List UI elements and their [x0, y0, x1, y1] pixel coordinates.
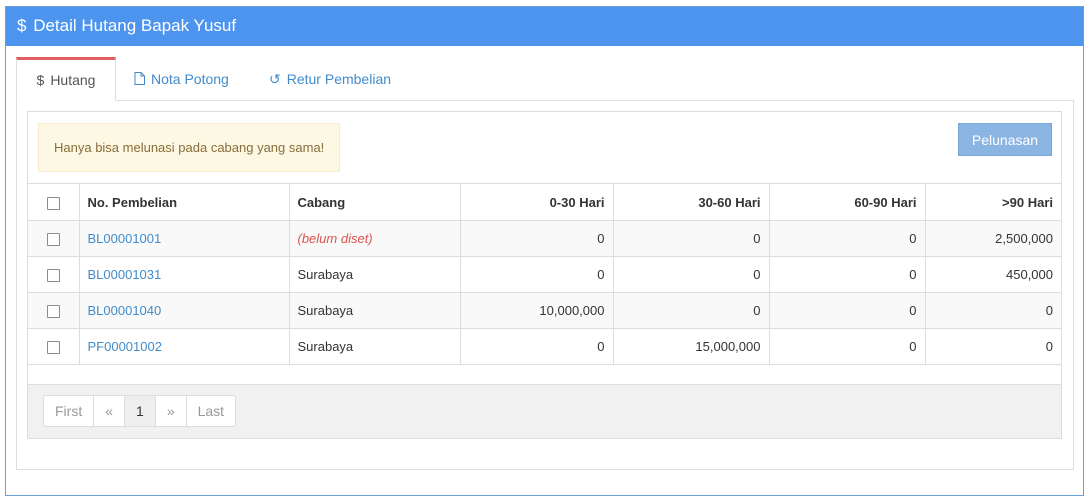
debt-detail-panel: $ Detail Hutang Bapak Yusuf $ Hutang Nota…	[5, 6, 1084, 496]
table-header-row: No. Pembelian Cabang 0-30 Hari 30-60 Har…	[28, 183, 1061, 221]
panel-heading: $ Detail Hutang Bapak Yusuf	[6, 7, 1083, 46]
dollar-icon: $	[36, 72, 45, 88]
page-next-button[interactable]: »	[154, 395, 187, 427]
cabang-unset: (belum diset)	[297, 231, 373, 246]
tab-label: Hutang	[50, 72, 96, 88]
warning-alert: Hanya bisa melunasi pada cabang yang sam…	[38, 123, 340, 172]
table-row: PF00001002 Surabaya 0 15,000,000 0 0	[28, 328, 1061, 365]
no-pembelian-cell: BL00001001	[78, 220, 290, 257]
tab-nota-potong[interactable]: Nota Potong	[134, 57, 229, 101]
cabang-cell: Surabaya	[288, 292, 461, 329]
header-cabang[interactable]: Cabang	[288, 183, 461, 221]
debt-box: Hanya bisa melunasi pada cabang yang sam…	[27, 111, 1062, 439]
d0-30-cell: 0	[459, 220, 614, 257]
row-checkbox[interactable]	[46, 269, 60, 283]
header-no-pembelian[interactable]: No. Pembelian	[78, 183, 290, 221]
d90-plus-cell: 450,000	[924, 256, 1061, 293]
d0-30-cell: 0	[459, 328, 614, 365]
document-icon	[134, 57, 145, 101]
row-checkbox[interactable]	[46, 305, 60, 319]
table-row: BL00001031 Surabaya 0 0 0 450,000	[28, 256, 1061, 293]
d0-30-cell: 0	[459, 256, 614, 293]
table-row: BL00001040 Surabaya 10,000,000 0 0 0	[28, 292, 1061, 329]
cabang-cell: Surabaya	[288, 256, 461, 293]
d30-60-cell: 15,000,000	[612, 328, 770, 365]
d90-plus-cell: 0	[924, 292, 1061, 329]
row-checkbox[interactable]	[46, 341, 60, 355]
panel-title: Detail Hutang Bapak Yusuf	[33, 16, 237, 35]
tab-bar: $ Hutang Nota Potong ↺ Retur Pembelian	[16, 57, 1074, 101]
table-row: BL00001001 (belum diset) 0 0 0 2,500,000	[28, 220, 1061, 257]
no-pembelian-link[interactable]: BL00001040	[88, 303, 162, 318]
d60-90-cell: 0	[768, 292, 926, 329]
d60-90-cell: 0	[768, 328, 926, 365]
page-current-button[interactable]: 1	[124, 395, 156, 427]
select-all-header	[28, 183, 80, 221]
row-checkbox[interactable]	[46, 233, 60, 247]
pagination: First « 1 » Last	[43, 395, 237, 427]
tab-label: Retur Pembelian	[286, 71, 392, 87]
tab-label: Nota Potong	[151, 71, 229, 87]
no-pembelian-link[interactable]: PF00001002	[88, 339, 162, 354]
d90-plus-cell: 2,500,000	[924, 220, 1061, 257]
d30-60-cell: 0	[612, 292, 770, 329]
row-select-cell	[28, 292, 80, 329]
no-pembelian-cell: BL00001031	[78, 256, 290, 293]
debt-table: No. Pembelian Cabang 0-30 Hari 30-60 Har…	[28, 183, 1061, 365]
table-footer: First « 1 » Last	[28, 384, 1061, 438]
d60-90-cell: 0	[768, 256, 926, 293]
tab-content-hutang: Hanya bisa melunasi pada cabang yang sam…	[16, 101, 1074, 470]
header-90-plus-hari[interactable]: >90 Hari	[924, 183, 1061, 221]
page-first-button[interactable]: First	[43, 395, 95, 427]
header-30-60-hari[interactable]: 30-60 Hari	[612, 183, 770, 221]
d30-60-cell: 0	[612, 256, 770, 293]
page-prev-button[interactable]: «	[93, 395, 126, 427]
no-pembelian-link[interactable]: BL00001031	[88, 267, 162, 282]
no-pembelian-cell: BL00001040	[78, 292, 290, 329]
undo-icon: ↺	[269, 71, 281, 87]
d60-90-cell: 0	[768, 220, 926, 257]
row-select-cell	[28, 328, 80, 365]
cabang-cell: Surabaya	[288, 328, 461, 365]
pelunasan-button[interactable]: Pelunasan	[958, 123, 1052, 156]
d0-30-cell: 10,000,000	[459, 292, 614, 329]
cabang-cell: (belum diset)	[288, 220, 461, 257]
header-60-90-hari[interactable]: 60-90 Hari	[768, 183, 926, 221]
tab-retur-pembelian[interactable]: ↺ Retur Pembelian	[269, 57, 391, 101]
no-pembelian-cell: PF00001002	[78, 328, 290, 365]
select-all-checkbox[interactable]	[46, 196, 60, 210]
row-select-cell	[28, 256, 80, 293]
d30-60-cell: 0	[612, 220, 770, 257]
dollar-icon: $	[17, 16, 27, 35]
row-select-cell	[28, 220, 80, 257]
tab-hutang[interactable]: $ Hutang	[16, 57, 116, 101]
no-pembelian-link[interactable]: BL00001001	[88, 231, 162, 246]
page-last-button[interactable]: Last	[185, 395, 237, 427]
d90-plus-cell: 0	[924, 328, 1061, 365]
header-0-30-hari[interactable]: 0-30 Hari	[459, 183, 614, 221]
